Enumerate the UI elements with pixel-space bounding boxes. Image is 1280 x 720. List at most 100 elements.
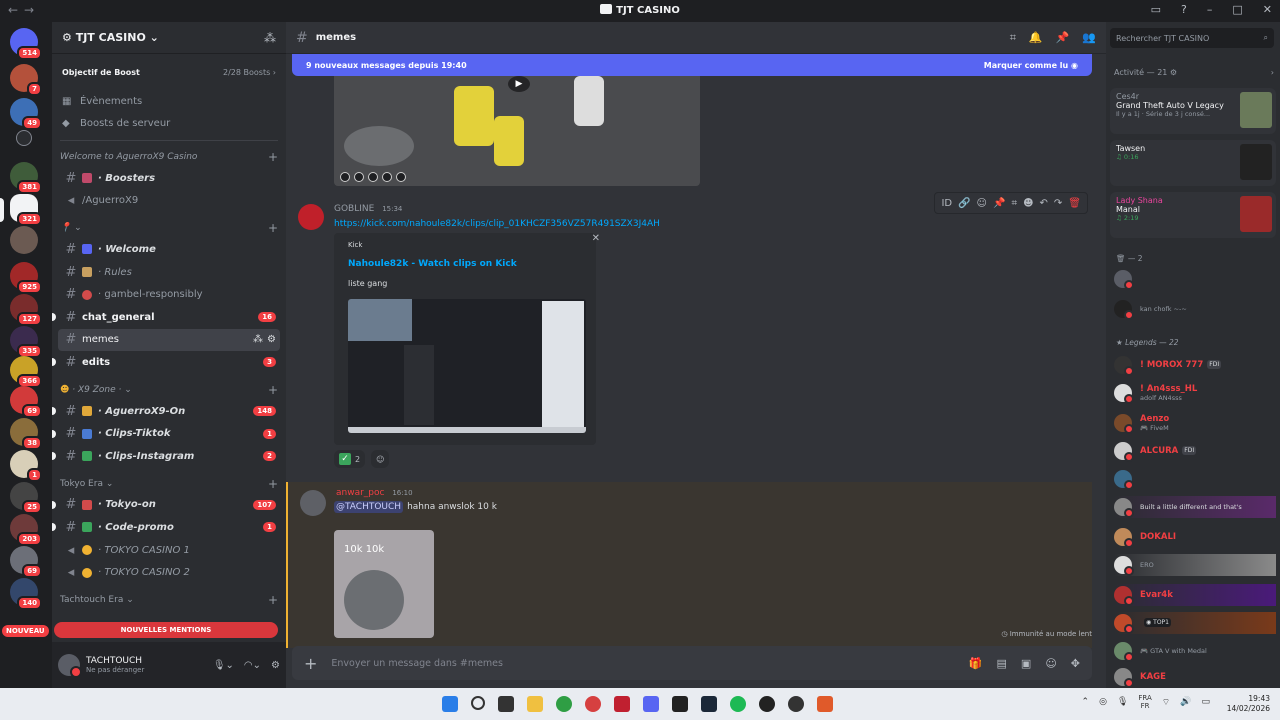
server-icon[interactable]: 203	[10, 514, 42, 546]
attach-plus-icon[interactable]: +	[304, 654, 317, 673]
close-button[interactable]: ✕	[1263, 3, 1272, 16]
message-link[interactable]: https://kick.com/nahoule82k/clips/clip_0…	[334, 219, 660, 229]
brave-icon[interactable]	[817, 696, 833, 712]
image-attachment[interactable]: 10k 10k	[334, 530, 434, 638]
start-menu-icon[interactable]	[442, 696, 458, 712]
message-input[interactable]: Envoyer un message dans #memes	[331, 658, 968, 669]
channel-edits[interactable]: # edits 3	[52, 351, 280, 374]
channel-aguerrox9-voice[interactable]: ◂/AguerroX9	[58, 190, 280, 213]
apps-icon[interactable]: ✥	[1071, 657, 1080, 670]
member-item[interactable]: kan chofk ~-~	[1114, 298, 1276, 320]
mic-icon[interactable]: 🎙	[1117, 697, 1128, 707]
app-icon[interactable]	[672, 696, 688, 712]
member-item[interactable]: ! An4sss_HL adolf AN4sss	[1114, 382, 1276, 404]
microphone-icon[interactable]: 🎙⌄	[213, 660, 234, 671]
channel-tokyo-on[interactable]: # · Tokyo-on 107	[52, 494, 280, 517]
category-header[interactable]: Tokyo Era ⌄ +	[52, 474, 286, 494]
server-icon[interactable]: 335	[10, 326, 42, 358]
forward-icon[interactable]: ↷	[1054, 198, 1062, 209]
server-icon[interactable]: 140	[10, 578, 42, 610]
add-channel-icon[interactable]: +	[268, 477, 278, 491]
obs-icon[interactable]	[759, 696, 775, 712]
server-icon[interactable]: 381	[10, 162, 42, 194]
gif-icon[interactable]: ▤	[997, 657, 1007, 670]
add-channel-icon[interactable]: +	[268, 221, 278, 235]
delete-icon[interactable]: 🗑	[1068, 198, 1081, 209]
spotify-icon[interactable]	[730, 696, 746, 712]
mark-as-read-button[interactable]: Marquer comme lu	[984, 61, 1068, 70]
server-icon[interactable]: 69	[10, 546, 42, 578]
volume-icon[interactable]: 🔊	[1180, 697, 1191, 707]
invite-icon[interactable]: ⁂	[264, 31, 276, 45]
add-channel-icon[interactable]: +	[268, 383, 278, 397]
channel-clips-instagram[interactable]: # · Clips-Instagram 2	[52, 445, 280, 468]
emoji-icon[interactable]: ☻	[1023, 198, 1033, 209]
channel-boosters[interactable]: # · Boosters	[58, 167, 280, 190]
wifi-icon[interactable]: ⌔	[1162, 697, 1170, 708]
activity-card[interactable]: Tawsen ♫ 0:16	[1110, 140, 1276, 186]
server-icon[interactable]: 25	[10, 482, 42, 514]
category-header[interactable]: Tachtouch Era ⌄ +	[52, 590, 286, 610]
user-mention[interactable]: @TACHTOUCH	[334, 501, 404, 513]
category-header[interactable]: 📍 ⌄ +	[52, 218, 286, 238]
minimize-button[interactable]: –	[1207, 3, 1213, 16]
sticker-icon[interactable]: ▣	[1021, 657, 1031, 670]
voice-channel-tokyo-casino-2[interactable]: ◂ · TOKYO CASINO 2	[58, 561, 280, 584]
emoji-icon[interactable]: ☺	[1045, 657, 1056, 670]
avatar[interactable]	[298, 204, 324, 230]
server-icon[interactable]	[10, 226, 38, 254]
bell-icon[interactable]: 🔔	[1029, 31, 1043, 45]
voice-channel-tokyo-casino-1[interactable]: ◂ · TOKYO CASINO 1	[58, 539, 280, 562]
channel-memes[interactable]: # memes ⁂ ⚙	[58, 328, 280, 352]
copy-id-icon[interactable]: ID	[941, 198, 952, 209]
threads-icon[interactable]: ⌗	[1010, 31, 1016, 45]
member-item[interactable]: Built a little different and that's	[1114, 496, 1276, 518]
network-icon[interactable]: ◎	[1099, 697, 1107, 707]
new-unreads-button[interactable]: NOUVEAU	[2, 625, 49, 637]
member-item[interactable]: ALCURA FDI	[1114, 440, 1276, 462]
server-icon[interactable]: 366	[10, 356, 42, 388]
server-icon[interactable]: 49	[10, 98, 42, 130]
headphones-icon[interactable]: ◠⌄	[244, 660, 261, 671]
events-link[interactable]: ▦ Évènements	[52, 90, 286, 112]
add-reaction-button[interactable]: ☺	[371, 450, 390, 468]
member-item[interactable]: DOKALI	[1114, 526, 1276, 548]
avatar[interactable]	[58, 654, 82, 678]
channel-gambel-responsibly[interactable]: # · gambel-responsibly	[58, 283, 280, 306]
embed-image[interactable]	[348, 299, 586, 433]
app-icon[interactable]	[585, 696, 601, 712]
direct-messages-button[interactable]: 514	[10, 28, 42, 60]
author-name[interactable]: GOBLINE	[334, 204, 374, 214]
server-icon[interactable]: 925	[10, 262, 42, 294]
boost-goal-bar[interactable]: Objectif de Boost 2/28 Boosts ›	[56, 60, 282, 84]
member-item[interactable]: Aenzo 🎮 FiveM	[1114, 412, 1276, 434]
new-mentions-button[interactable]: NOUVELLES MENTIONS	[54, 622, 278, 638]
channel-aguerrox9-on[interactable]: # · AguerroX9-On 148	[52, 400, 280, 423]
reaction-checkmark[interactable]: ✓ 2	[334, 450, 366, 468]
task-view-icon[interactable]	[498, 696, 514, 712]
search-icon[interactable]	[471, 696, 485, 710]
server-icon[interactable]: 7	[10, 64, 42, 96]
new-messages-bar[interactable]: 9 nouveaux messages depuis 19:40 Marquer…	[292, 54, 1092, 76]
member-item[interactable]: ! MOROX 777 FDI	[1114, 354, 1276, 376]
link-icon[interactable]: 🔗	[958, 198, 970, 209]
app-icon[interactable]	[788, 696, 804, 712]
active-server-icon[interactable]: 321	[10, 194, 42, 226]
category-header[interactable]: Welcome to AguerroX9 Casino +	[52, 147, 286, 167]
chevron-up-icon[interactable]: ⌃	[1082, 697, 1090, 707]
language-indicator[interactable]: FRA FR	[1138, 694, 1151, 710]
taskbar-clock[interactable]: 19:43 14/02/2026	[1227, 694, 1270, 714]
server-icon[interactable]	[16, 130, 32, 146]
activity-card[interactable]: Ces4r Grand Theft Auto V Legacy Il y a 1…	[1110, 88, 1276, 134]
add-channel-icon[interactable]: +	[268, 593, 278, 607]
help-icon[interactable]: ?	[1181, 3, 1187, 16]
add-reaction-icon[interactable]: ☺	[977, 198, 987, 209]
author-name[interactable]: anwar_poc	[336, 488, 384, 498]
server-boosts-link[interactable]: ◆ Boosts de serveur	[52, 112, 286, 134]
member-item[interactable]: Evar4k	[1114, 584, 1276, 606]
steam-icon[interactable]	[701, 696, 717, 712]
settings-gear-icon[interactable]: ⚙	[267, 334, 276, 345]
server-icon[interactable]: 127	[10, 294, 42, 326]
server-icon[interactable]: 38	[10, 418, 42, 450]
discord-icon[interactable]	[643, 696, 659, 712]
